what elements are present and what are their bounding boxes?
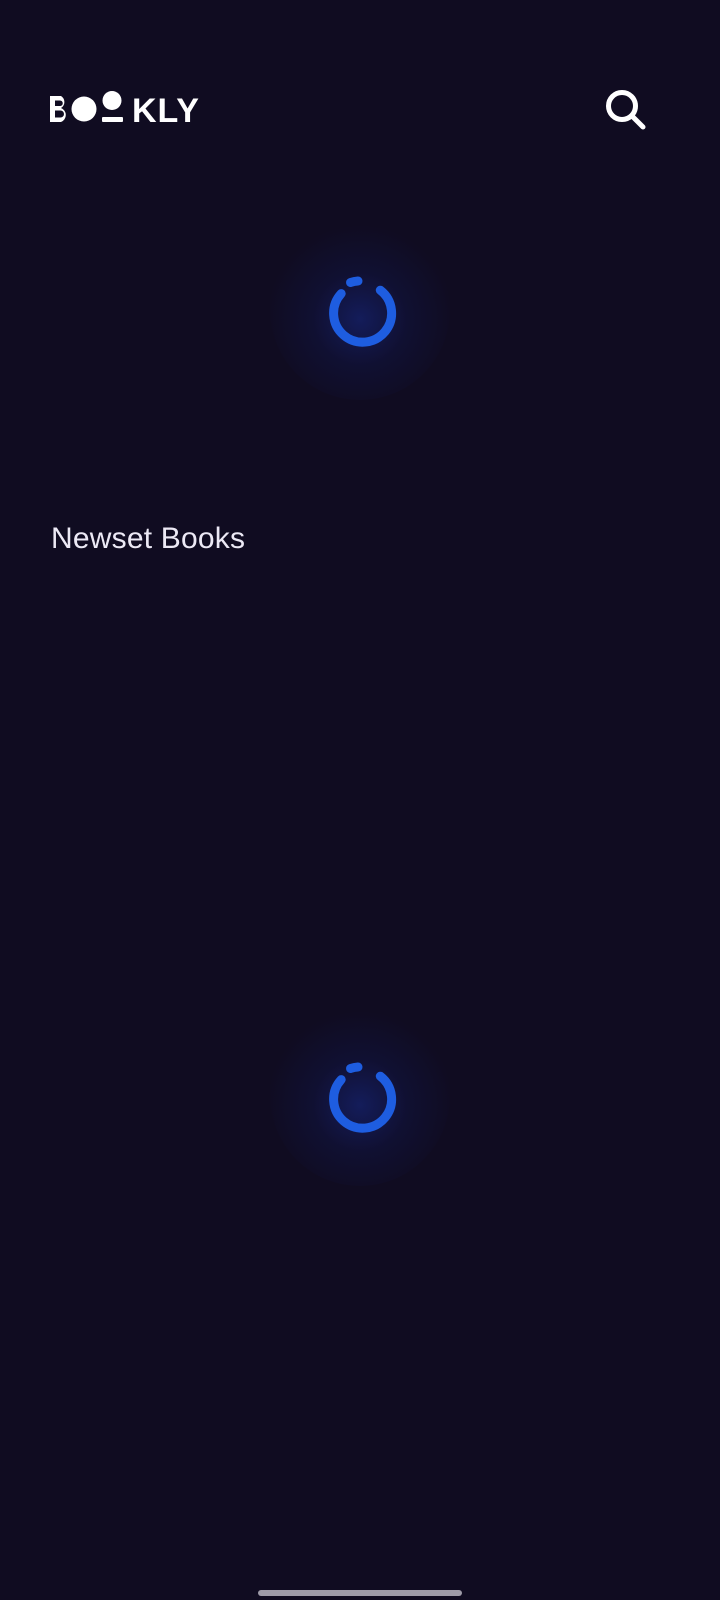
featured-books-loader <box>270 220 450 400</box>
search-button[interactable] <box>600 84 652 136</box>
loading-spinner-icon <box>329 276 397 347</box>
home-screen: KLY Newset Books <box>0 0 720 1600</box>
bookly-logo: KLY <box>50 91 200 128</box>
home-indicator[interactable] <box>258 1590 462 1596</box>
section-title-newest-books: Newset Books <box>51 522 246 555</box>
logo-text: KLY <box>132 92 200 128</box>
loading-spinner-icon <box>329 1062 397 1133</box>
search-icon <box>606 90 646 130</box>
newest-books-loader <box>270 1006 450 1186</box>
